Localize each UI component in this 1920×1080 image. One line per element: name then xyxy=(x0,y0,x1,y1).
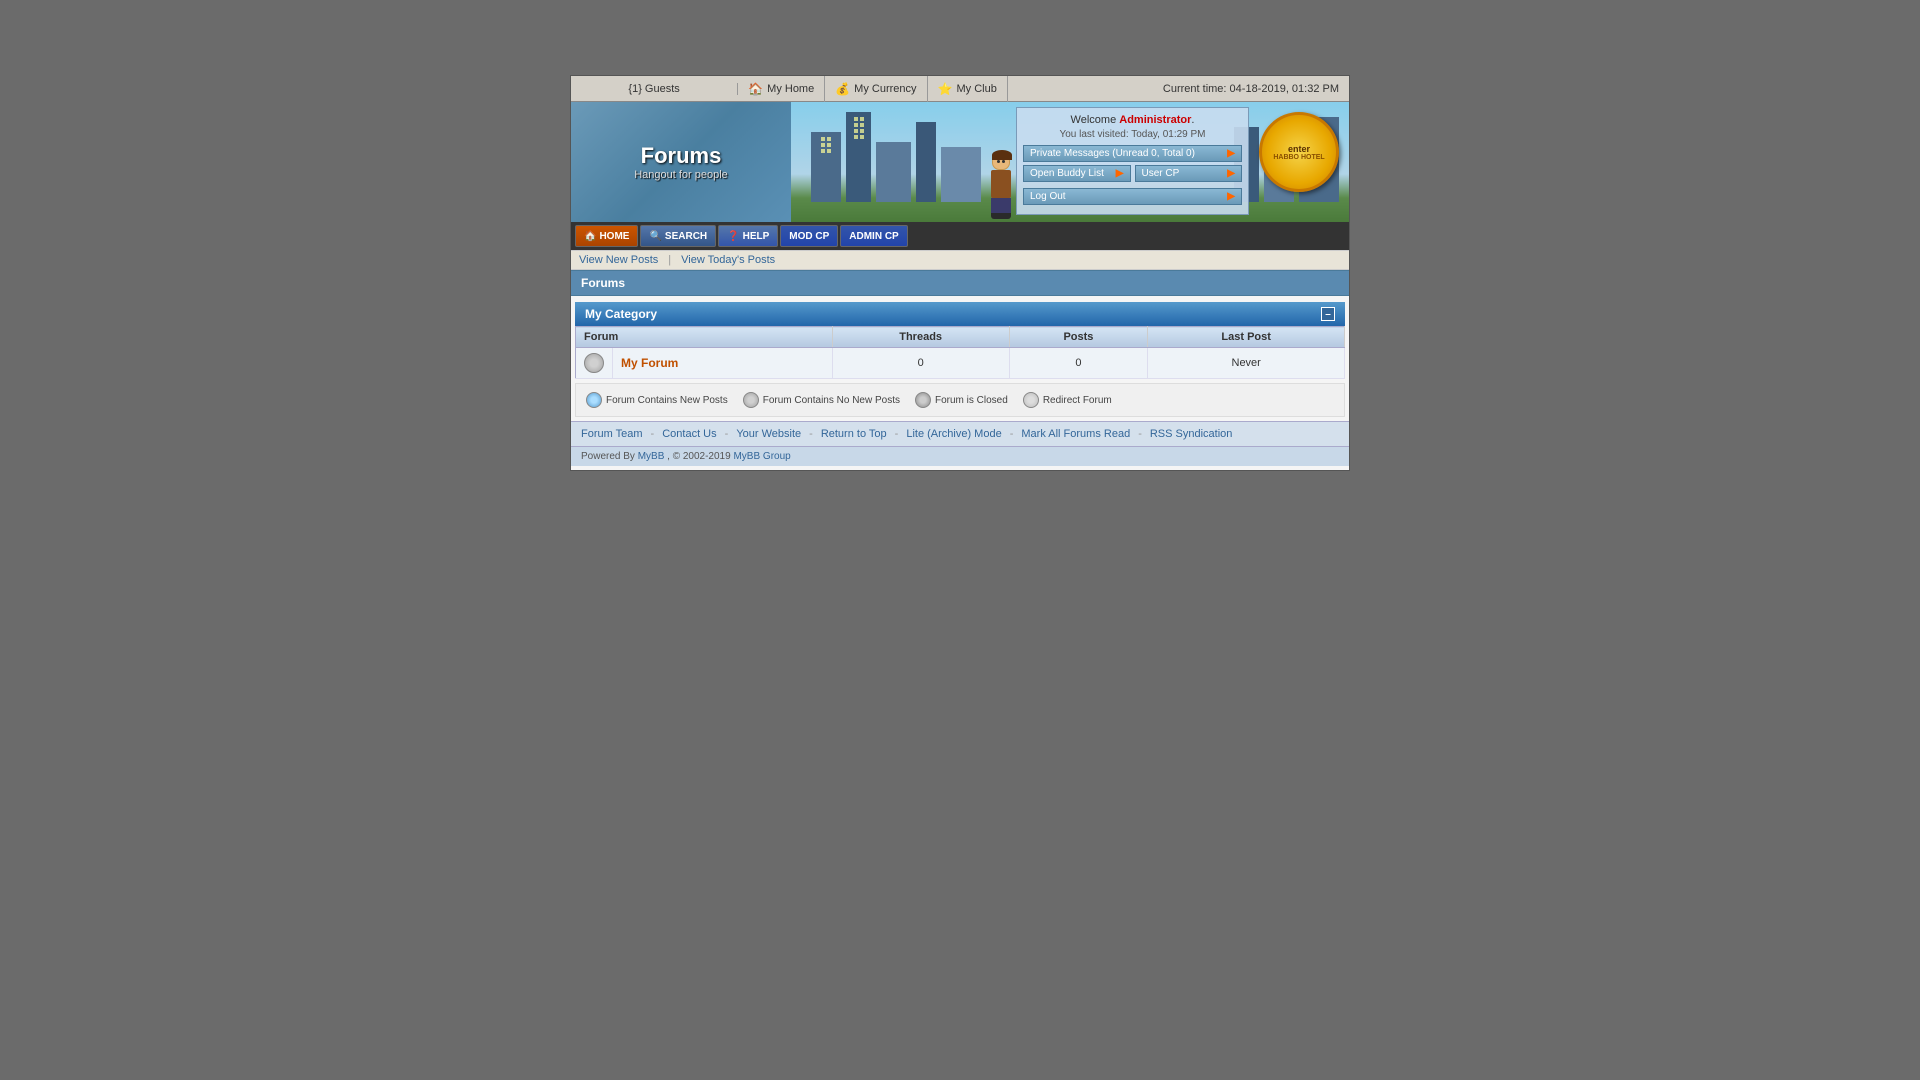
my-home-nav[interactable]: 🏠 My Home xyxy=(738,76,825,102)
main-content: Forums My Category – Forum Threads Posts… xyxy=(571,270,1349,470)
navbar: 🏠 HOME 🔍 SEARCH ❓ HELP MOD CP ADMIN CP xyxy=(571,222,1349,250)
forums-title: Forums xyxy=(581,276,625,290)
building-5 xyxy=(941,147,981,202)
view-new-posts-link[interactable]: View New Posts xyxy=(579,254,658,266)
category-header: My Category – xyxy=(575,302,1345,326)
col-last-post: Last Post xyxy=(1148,327,1345,348)
legend-redirect-icon xyxy=(1023,392,1039,408)
modcp-nav-btn[interactable]: MOD CP xyxy=(780,225,838,247)
logout-btn[interactable]: Log Out ▶ xyxy=(1023,188,1242,205)
welcome-panel: Welcome Administrator. You last visited:… xyxy=(1016,107,1249,215)
home-nav-btn[interactable]: 🏠 HOME xyxy=(575,225,638,247)
forum-name-cell: My Forum xyxy=(613,348,833,379)
quick-links-bar: View New Posts | View Today's Posts xyxy=(571,250,1349,270)
category-collapse-btn[interactable]: – xyxy=(1321,307,1335,321)
legend-new-icon xyxy=(586,392,602,408)
legend-closed-icon xyxy=(915,392,931,408)
forums-title-bar: Forums xyxy=(571,270,1349,296)
legend-new-posts: Forum Contains New Posts xyxy=(586,392,728,408)
last-visited: You last visited: Today, 01:29 PM xyxy=(1023,129,1242,140)
building-1 xyxy=(811,132,841,202)
legend: Forum Contains New Posts Forum Contains … xyxy=(575,383,1345,417)
home-icon: 🏠 xyxy=(748,82,763,96)
help-nav-icon: ❓ xyxy=(727,231,739,242)
forum-status-icon xyxy=(584,353,604,373)
legend-no-new-posts: Forum Contains No New Posts xyxy=(743,392,900,408)
forum-table-body: My Forum 0 0 Never xyxy=(576,348,1345,379)
col-threads: Threads xyxy=(832,327,1009,348)
mybb-group-link[interactable]: MyBB Group xyxy=(733,451,790,462)
forum-last-post-cell: Never xyxy=(1148,348,1345,379)
help-nav-btn[interactable]: ❓ HELP xyxy=(718,225,778,247)
forum-table: Forum Threads Posts Last Post My Forum 0… xyxy=(575,326,1345,379)
my-currency-nav[interactable]: 💰 My Currency xyxy=(825,76,927,102)
my-club-nav[interactable]: ⭐ My Club xyxy=(928,76,1008,102)
building-4 xyxy=(916,122,936,202)
habbo-hotel-badge[interactable]: enter HABBO HOTEL xyxy=(1259,112,1339,192)
legend-new-label: Forum Contains New Posts xyxy=(606,395,728,406)
admincp-nav-btn[interactable]: ADMIN CP xyxy=(840,225,907,247)
current-time: Current time: 04-18-2019, 01:32 PM xyxy=(1039,83,1349,95)
your-website-link[interactable]: Your Website xyxy=(736,428,801,440)
header-background: Welcome Administrator. You last visited:… xyxy=(791,102,1349,222)
username-link[interactable]: Administrator xyxy=(1119,114,1191,126)
col-posts: Posts xyxy=(1009,327,1148,348)
forum-status-icon-cell xyxy=(576,348,613,379)
return-to-top-link[interactable]: Return to Top xyxy=(821,428,887,440)
main-wrapper: {1} Guests 🏠 My Home 💰 My Currency ⭐ My … xyxy=(570,75,1350,471)
powered-by: Powered By MyBB , © 2002-2019 MyBB Group xyxy=(571,446,1349,466)
welcome-text: Welcome Administrator. xyxy=(1023,114,1242,126)
forum-name-link[interactable]: My Forum xyxy=(621,356,678,370)
category-name: My Category xyxy=(585,307,657,321)
top-bar: {1} Guests 🏠 My Home 💰 My Currency ⭐ My … xyxy=(571,76,1349,102)
legend-redirect: Redirect Forum xyxy=(1023,392,1112,408)
buddy-list-btn[interactable]: Open Buddy List ▶ xyxy=(1023,165,1131,182)
building-3 xyxy=(876,142,911,202)
home-nav-icon: 🏠 xyxy=(584,231,596,242)
private-messages-btn[interactable]: Private Messages (Unread 0, Total 0) ▶ xyxy=(1023,145,1242,162)
contact-us-link[interactable]: Contact Us xyxy=(662,428,716,440)
forum-subtitle: Hangout for people xyxy=(634,169,728,181)
forum-team-link[interactable]: Forum Team xyxy=(581,428,643,440)
forum-logo: Forums Hangout for people xyxy=(571,102,791,222)
club-icon: ⭐ xyxy=(938,82,953,96)
footer-links: Forum Team - Contact Us - Your Website -… xyxy=(571,421,1349,446)
legend-nonew-icon xyxy=(743,392,759,408)
table-row: My Forum 0 0 Never xyxy=(576,348,1345,379)
forum-threads-cell: 0 xyxy=(832,348,1009,379)
forum-posts-cell: 0 xyxy=(1009,348,1148,379)
legend-nonew-label: Forum Contains No New Posts xyxy=(763,395,900,406)
forum-title: Forums xyxy=(641,143,722,169)
forum-table-header: Forum Threads Posts Last Post xyxy=(576,327,1345,348)
legend-redirect-label: Redirect Forum xyxy=(1043,395,1112,406)
legend-closed-label: Forum is Closed xyxy=(935,395,1008,406)
currency-icon: 💰 xyxy=(835,82,850,96)
user-cp-btn[interactable]: User CP ▶ xyxy=(1135,165,1243,182)
building-2 xyxy=(846,112,871,202)
view-todays-posts-link[interactable]: View Today's Posts xyxy=(681,254,775,266)
mybb-link[interactable]: MyBB xyxy=(638,451,665,462)
habbo-character xyxy=(986,152,1016,222)
legend-closed: Forum is Closed xyxy=(915,392,1008,408)
search-nav-icon: 🔍 xyxy=(649,231,661,242)
mark-forums-read-link[interactable]: Mark All Forums Read xyxy=(1021,428,1130,440)
col-forum: Forum xyxy=(576,327,833,348)
guests-count: {1} Guests xyxy=(571,83,738,95)
search-nav-btn[interactable]: 🔍 SEARCH xyxy=(640,225,716,247)
archive-mode-link[interactable]: Lite (Archive) Mode xyxy=(906,428,1001,440)
top-nav: 🏠 My Home 💰 My Currency ⭐ My Club xyxy=(738,76,1038,102)
rss-syndication-link[interactable]: RSS Syndication xyxy=(1150,428,1233,440)
header: Forums Hangout for people xyxy=(571,102,1349,222)
